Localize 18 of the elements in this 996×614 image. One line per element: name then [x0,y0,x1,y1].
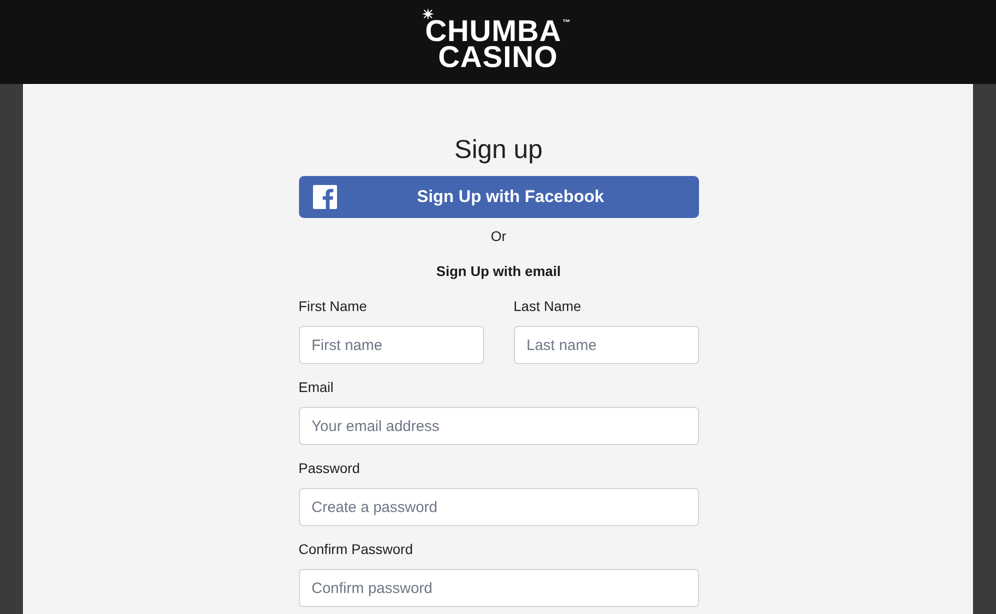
facebook-icon [312,185,336,209]
logo-text: CHUMBA$^{™}$ [425,19,571,45]
facebook-signup-button[interactable]: Sign Up with Facebook [298,176,698,218]
logo-text: CASINO [438,45,558,71]
input-field[interactable]: Your email address [298,407,698,445]
input-field[interactable]: Confirm password [298,569,698,607]
field-label: Password [298,459,360,478]
input-field[interactable]: Last name [514,326,698,364]
field-label: Email [298,378,334,397]
field-label: First Name [298,297,367,316]
field-label: Last Name [514,297,582,316]
divider-text: Or [490,227,506,246]
section-heading: Sign Up with email [436,262,561,281]
field-label: Confirm Password [298,540,413,559]
input-field[interactable]: Create a password [298,488,698,526]
page-title: Sign up [454,133,543,165]
input-field[interactable]: First name [298,326,484,364]
sparkle-icon [422,8,434,20]
